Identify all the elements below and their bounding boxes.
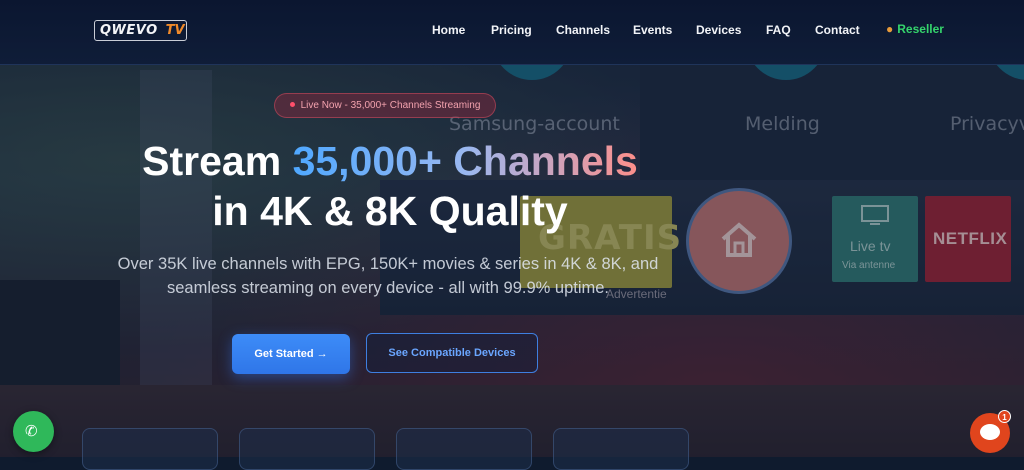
nav-events[interactable]: Events: [633, 23, 672, 37]
phone-icon: ✆: [25, 423, 38, 440]
live-status-badge: Live Now - 35,000+ Channels Streaming: [274, 93, 496, 118]
nav-pricing[interactable]: Pricing: [491, 23, 532, 37]
site-logo[interactable]: QWEVO TV: [94, 20, 187, 41]
nav-channels[interactable]: Channels: [556, 23, 610, 37]
stat-card: [82, 428, 218, 470]
nav-home[interactable]: Home: [432, 23, 465, 37]
stat-card: [553, 428, 689, 470]
stat-card: [396, 428, 532, 470]
chat-bubble-icon: [980, 424, 1000, 440]
get-started-button[interactable]: Get Started →: [232, 334, 350, 374]
hero-title-line2: in 4K & 8K Quality: [212, 188, 568, 234]
live-dot-icon: [289, 101, 295, 107]
see-devices-button[interactable]: See Compatible Devices: [366, 333, 538, 373]
whatsapp-button[interactable]: ✆: [13, 411, 54, 452]
nav-contact[interactable]: Contact: [815, 23, 860, 37]
money-bag-icon: ●: [886, 22, 894, 36]
nav-devices[interactable]: Devices: [696, 23, 741, 37]
hero-subtitle-line2: seamless streaming on every device - all…: [166, 279, 610, 297]
site-header: QWEVO TV Home Pricing Channels Events Dev…: [0, 0, 1024, 65]
nav-reseller[interactable]: ● Reseller: [886, 22, 944, 36]
chat-badge: 1: [998, 410, 1011, 423]
stat-card: [239, 428, 375, 470]
hero-title-line1: Stream 35,000+ Channels: [142, 138, 638, 184]
nav-faq[interactable]: FAQ: [766, 23, 791, 37]
